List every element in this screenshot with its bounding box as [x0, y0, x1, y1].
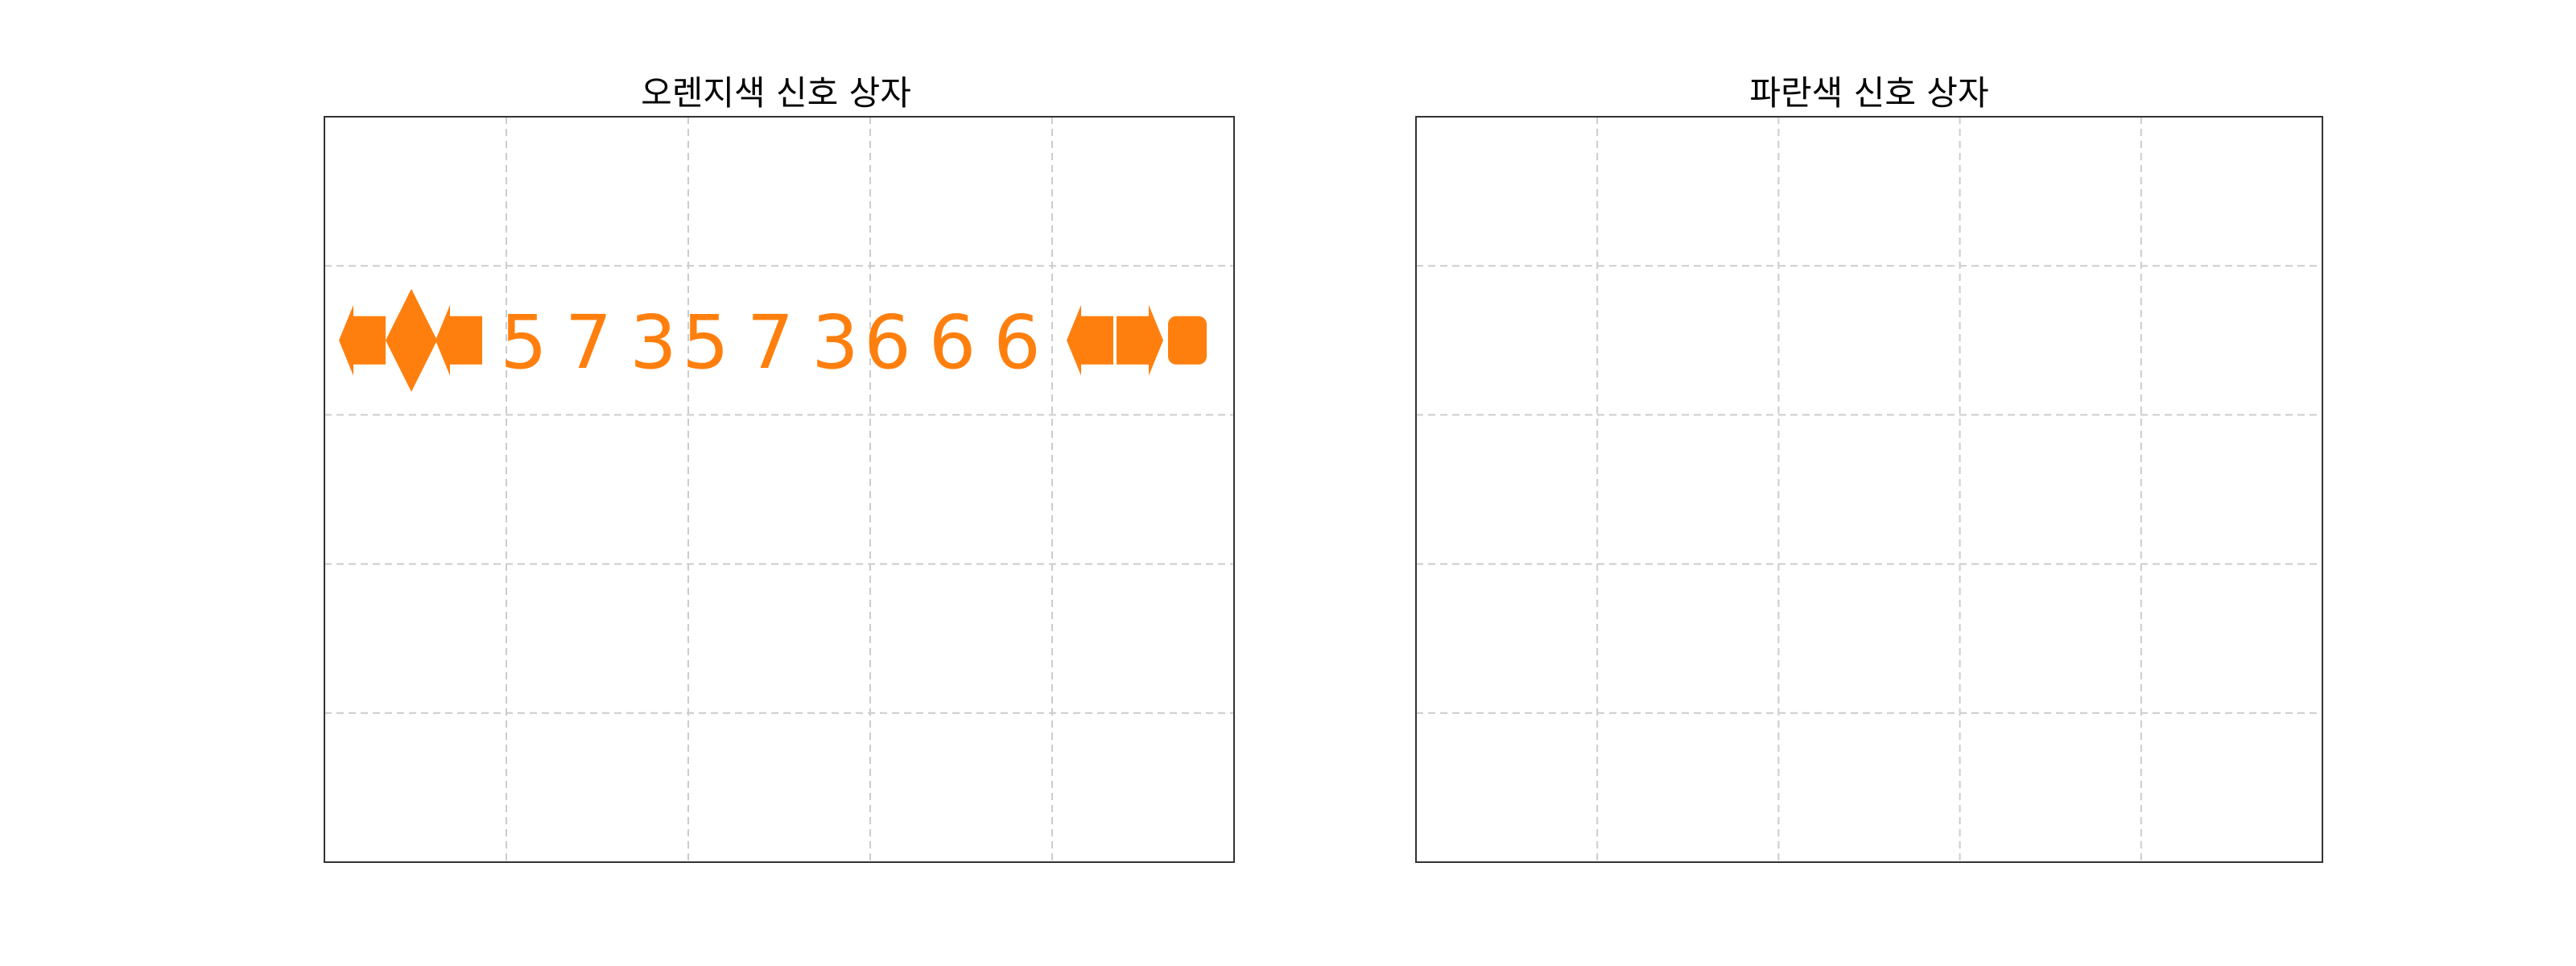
- blue-panel-grid: [1416, 117, 2322, 862]
- rounded-square-icon: [1168, 316, 1207, 365]
- arrow-right-icon: [1117, 304, 1163, 376]
- orange-panel-title: 오렌지색 신호 상자: [641, 73, 911, 113]
- blue-panel-title: 파란색 신호 상자: [1749, 73, 1988, 113]
- orange-panel-frame: [324, 116, 1235, 863]
- blue-signal-panel: 파란색 신호 상자: [1415, 73, 2323, 863]
- orange-signal-panel: 오렌지색 신호 상자 573573666: [324, 73, 1235, 863]
- signal-box-figure: 오렌지색 신호 상자 573573666 파란색 신호 상자: [324, 73, 2323, 863]
- arrow-left-icon: [436, 304, 482, 376]
- digit-group: 666: [864, 299, 1059, 386]
- digit-group: 573: [500, 299, 695, 386]
- orange-panel-grid: [324, 117, 1234, 862]
- diamond-icon: [386, 288, 437, 392]
- digit-group: 573: [682, 299, 877, 386]
- arrow-left-icon: [339, 304, 386, 376]
- arrow-left-icon: [1067, 304, 1113, 376]
- blue-panel-frame: [1415, 116, 2323, 863]
- orange-signal-row: 573573666: [339, 288, 1207, 392]
